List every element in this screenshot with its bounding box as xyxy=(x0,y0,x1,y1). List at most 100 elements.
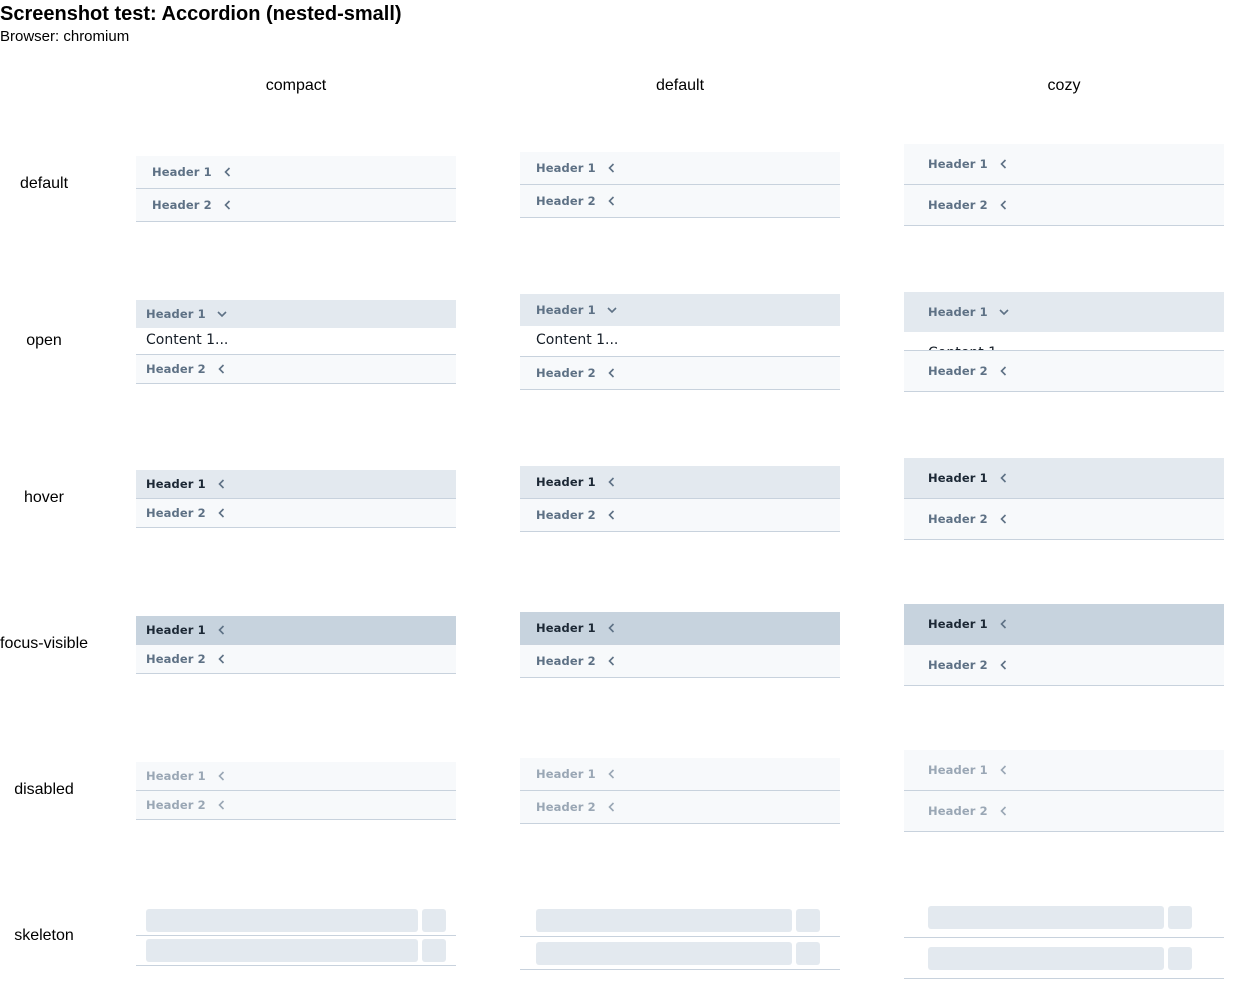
accordion-item-2: Header 2 xyxy=(136,645,456,674)
accordion-item-2: Header 2 xyxy=(904,791,1224,832)
accordion-header-1[interactable]: Header 1 xyxy=(904,292,1224,332)
chevron-left-icon xyxy=(998,659,1010,671)
skeleton-bar xyxy=(536,908,792,932)
accordion-header-2[interactable]: Header 2 xyxy=(520,357,840,389)
accordion-item-2: Header 2 xyxy=(904,499,1224,540)
accordion-open-default: Header 1 Content 1... Header 2 xyxy=(520,294,840,390)
chevron-left-icon xyxy=(216,363,228,375)
accordion-header-1[interactable]: Header 1 xyxy=(520,612,840,644)
accordion-open-compact: Header 1 Content 1... Header 2 xyxy=(136,300,456,384)
accordion-header-2[interactable]: Header 2 xyxy=(904,351,1224,391)
accordion-header-label: Header 1 xyxy=(928,471,988,485)
accordion-header-label: Header 2 xyxy=(146,798,206,812)
accordion-header-2[interactable]: Header 2 xyxy=(520,185,840,217)
row-label-hover: hover xyxy=(23,489,65,506)
accordion-header-2[interactable]: Header 2 xyxy=(136,645,456,673)
row-label-disabled: disabled xyxy=(14,781,74,798)
accordion-item-1: Header 1 Content 1... xyxy=(904,292,1224,351)
accordion-header-1[interactable]: Header 1 xyxy=(136,300,456,328)
accordion-item-2: Header 2 xyxy=(904,351,1224,392)
accordion-header-2[interactable]: Header 2 xyxy=(520,645,840,677)
accordion-header-label: Header 2 xyxy=(536,654,596,668)
accordion-header-1[interactable]: Header 1 xyxy=(520,466,840,498)
accordion-header-label: Header 1 xyxy=(928,763,988,777)
skeleton-box xyxy=(796,908,820,932)
accordion-hover-default: Header 1 Header 2 xyxy=(520,466,840,532)
accordion-header-label: Header 1 xyxy=(928,305,988,319)
accordion-header-1[interactable]: Header 1 xyxy=(136,156,456,188)
accordion-header-label: Header 2 xyxy=(536,366,596,380)
accordion-item-2: Header 2 xyxy=(136,189,456,222)
accordion-header-label: Header 2 xyxy=(146,362,206,376)
chevron-left-icon xyxy=(998,472,1010,484)
accordion-header-1[interactable]: Header 1 xyxy=(904,458,1224,498)
accordion-focus-default: Header 1 Header 2 xyxy=(520,612,840,678)
accordion-header-1: Header 1 xyxy=(136,762,456,790)
accordion-header-1[interactable]: Header 1 xyxy=(904,604,1224,644)
accordion-header-label: Header 2 xyxy=(928,364,988,378)
column-header-cozy: cozy xyxy=(1047,77,1081,94)
accordion-content-1: Content 1... xyxy=(904,332,1224,350)
skeleton-bar xyxy=(146,909,418,932)
accordion-item-2: Header 2 xyxy=(520,645,840,678)
accordion-header-2: Header 2 xyxy=(136,791,456,819)
accordion-item-1: Header 1 xyxy=(520,758,840,791)
accordion-header-1: Header 1 xyxy=(904,750,1224,790)
chevron-left-icon xyxy=(606,655,618,667)
accordion-item-2: Header 2 xyxy=(520,791,840,824)
skeleton-box xyxy=(796,941,820,965)
accordion-focus-cozy: Header 1 Header 2 xyxy=(904,604,1224,686)
chevron-left-icon xyxy=(222,166,234,178)
accordion-header-label: Header 2 xyxy=(146,506,206,520)
accordion-header-label: Header 1 xyxy=(146,477,206,491)
accordion-header-1[interactable]: Header 1 xyxy=(136,470,456,498)
skeleton-item xyxy=(904,897,1224,938)
accordion-item-1: Header 1 xyxy=(136,156,456,189)
accordion-header-label: Header 1 xyxy=(536,767,596,781)
chevron-left-icon xyxy=(998,513,1010,525)
accordion-header-2[interactable]: Header 2 xyxy=(136,499,456,527)
accordion-skeleton-cozy xyxy=(904,897,1224,979)
skeleton-bar xyxy=(928,946,1164,970)
accordion-header-label: Header 1 xyxy=(536,475,596,489)
accordion-header-label: Header 1 xyxy=(928,157,988,171)
accordion-header-2[interactable]: Header 2 xyxy=(520,499,840,531)
accordion-item-1: Header 1 xyxy=(904,604,1224,645)
chevron-left-icon xyxy=(998,805,1010,817)
accordion-header-label: Header 1 xyxy=(536,303,596,317)
accordion-header-1[interactable]: Header 1 xyxy=(520,294,840,326)
accordion-default-compact: Header 1 Header 2 xyxy=(136,156,456,222)
accordion-header-2[interactable]: Header 2 xyxy=(904,645,1224,685)
accordion-header-1: Header 1 xyxy=(520,758,840,790)
accordion-item-1: Header 1 xyxy=(520,612,840,645)
accordion-default-default: Header 1 Header 2 xyxy=(520,152,840,218)
row-label-focus-visible: focus-visible xyxy=(0,635,89,652)
chevron-left-icon xyxy=(216,770,228,782)
accordion-header-1[interactable]: Header 1 xyxy=(520,152,840,184)
accordion-header-label: Header 1 xyxy=(146,623,206,637)
accordion-header-1[interactable]: Header 1 xyxy=(904,144,1224,184)
accordion-header-label: Header 1 xyxy=(146,769,206,783)
accordion-item-2: Header 2 xyxy=(520,357,840,390)
chevron-left-icon xyxy=(606,367,618,379)
accordion-item-1: Header 1 xyxy=(520,466,840,499)
chevron-left-icon xyxy=(216,478,228,490)
accordion-header-2[interactable]: Header 2 xyxy=(904,185,1224,225)
accordion-header-2[interactable]: Header 2 xyxy=(904,499,1224,539)
accordion-skeleton-compact xyxy=(136,906,456,966)
accordion-header-label: Header 2 xyxy=(152,198,212,212)
accordion-item-1: Header 1 xyxy=(136,616,456,645)
accordion-item-2: Header 2 xyxy=(520,185,840,218)
skeleton-box xyxy=(422,909,446,932)
accordion-hover-compact: Header 1 Header 2 xyxy=(136,470,456,528)
accordion-open-cozy: Header 1 Content 1... Header 2 xyxy=(904,292,1224,392)
accordion-header-1[interactable]: Header 1 xyxy=(136,616,456,644)
accordion-item-1: Header 1 xyxy=(520,152,840,185)
accordion-header-label: Header 2 xyxy=(928,198,988,212)
chevron-left-icon xyxy=(216,653,228,665)
accordion-item-2: Header 2 xyxy=(136,499,456,528)
accordion-header-label: Header 2 xyxy=(146,652,206,666)
accordion-header-2[interactable]: Header 2 xyxy=(136,355,456,383)
accordion-header-2[interactable]: Header 2 xyxy=(136,189,456,221)
accordion-header-label: Header 2 xyxy=(928,512,988,526)
